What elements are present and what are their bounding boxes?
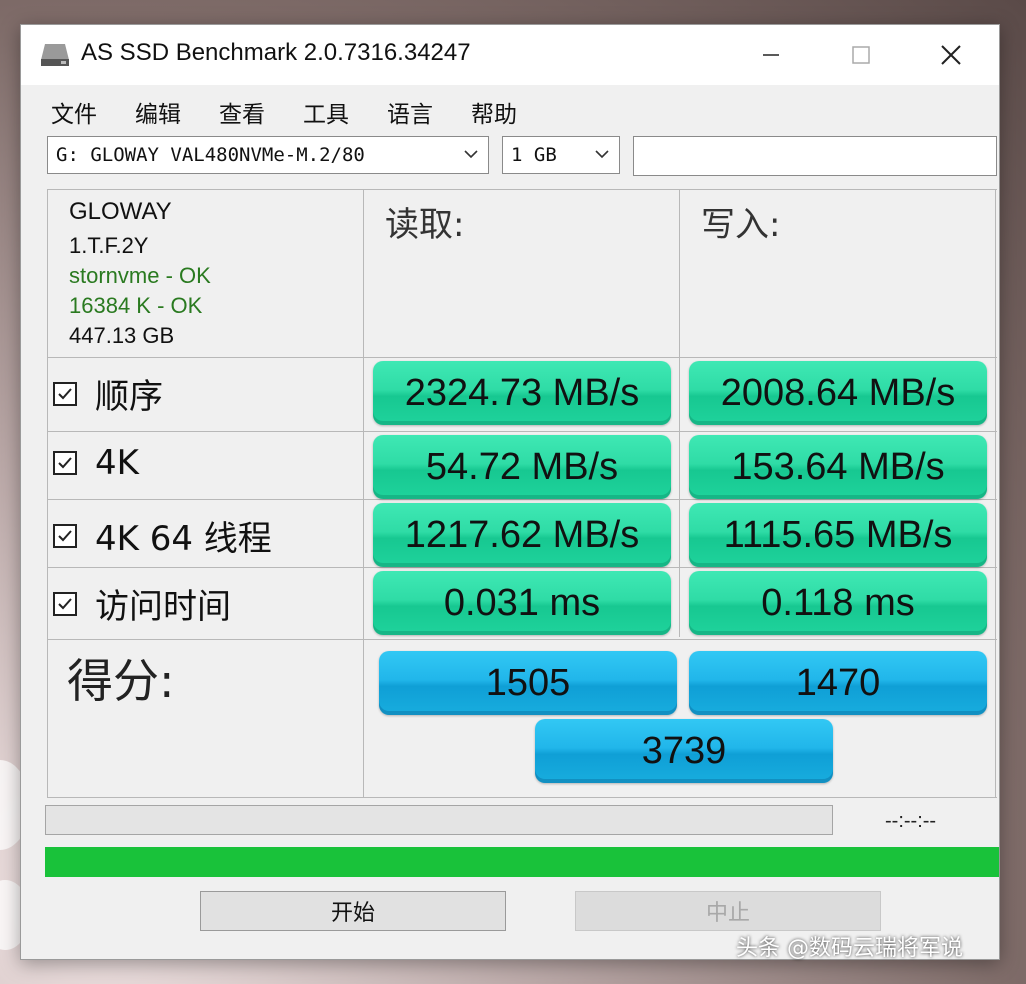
grid-divider: [47, 797, 997, 798]
drive-icon: [41, 44, 69, 66]
grid-divider: [47, 189, 997, 190]
write-column-header: 写入:: [701, 205, 781, 245]
menu-bar: 文件 编辑 查看 工具 语言 帮助: [21, 85, 999, 133]
menu-tools[interactable]: 工具: [303, 85, 349, 133]
maximize-button[interactable]: [833, 35, 889, 75]
close-button[interactable]: [923, 35, 979, 75]
checkbox[interactable]: [53, 591, 77, 616]
write-score: 1470: [689, 651, 987, 715]
main-progress-fill: [45, 847, 999, 877]
drive-select[interactable]: G: GLOWAY VAL480NVMe-M.2/80: [47, 136, 489, 174]
checkmark-icon: [58, 597, 72, 609]
checkmark-icon: [58, 387, 72, 399]
access-read-result: 0.031 ms: [373, 571, 671, 635]
minimize-button[interactable]: [743, 35, 799, 75]
minimize-icon: [763, 54, 779, 56]
row-label-text: 4K: [95, 443, 139, 483]
window-title: AS SSD Benchmark 2.0.7316.34247: [81, 39, 471, 66]
read-column-header: 读取:: [385, 205, 465, 245]
test-size-select[interactable]: 1 GB: [502, 136, 620, 174]
chevron-down-icon: [595, 150, 609, 159]
grid-divider: [679, 189, 680, 637]
grid-divider: [47, 431, 997, 432]
grid-divider: [47, 189, 48, 797]
total-score: 3739: [535, 719, 833, 783]
menu-language[interactable]: 语言: [387, 85, 433, 133]
seq-write-result: 2008.64 MB/s: [689, 361, 987, 425]
checkbox[interactable]: [53, 381, 77, 406]
grid-divider: [47, 499, 997, 500]
checkbox[interactable]: [53, 451, 77, 475]
watermark: 头条 @数码云瑞将军说: [736, 936, 963, 961]
read-score: 1505: [379, 651, 677, 715]
row-4k64-label[interactable]: 4K 64 线程: [53, 511, 272, 560]
close-icon: [941, 45, 961, 65]
score-label: 得分:: [67, 654, 175, 708]
abort-button[interactable]: 中止: [575, 891, 881, 931]
grid-divider: [47, 357, 997, 358]
seq-read-result: 2324.73 MB/s: [373, 361, 671, 425]
main-progress-bar: [45, 847, 999, 877]
grid-divider: [47, 639, 997, 640]
drive-firmware: 1.T.F.2Y: [69, 233, 149, 258]
test-size-value: 1 GB: [511, 144, 557, 166]
title-bar: AS SSD Benchmark 2.0.7316.34247: [21, 25, 999, 85]
driver-status: stornvme - OK: [69, 263, 211, 288]
4k64-read-result: 1217.62 MB/s: [373, 503, 671, 567]
access-write-result: 0.118 ms: [689, 571, 987, 635]
row-label-text: 访问时间: [95, 587, 231, 627]
elapsed-timer: --:--:--: [885, 810, 937, 832]
drive-name: GLOWAY: [69, 198, 172, 225]
4k-read-result: 54.72 MB/s: [373, 435, 671, 499]
grid-divider: [47, 567, 997, 568]
alignment-status: 16384 K - OK: [69, 293, 203, 318]
drive-select-value: G: GLOWAY VAL480NVMe-M.2/80: [56, 144, 365, 166]
4k-write-result: 153.64 MB/s: [689, 435, 987, 499]
checkmark-icon: [58, 529, 72, 541]
drive-capacity: 447.13 GB: [69, 323, 175, 348]
checkmark-icon: [58, 457, 72, 469]
menu-help[interactable]: 帮助: [471, 85, 517, 133]
menu-file[interactable]: 文件: [51, 85, 97, 133]
app-window: AS SSD Benchmark 2.0.7316.34247 文件 编辑 查看…: [20, 24, 1000, 960]
row-4k-label[interactable]: 4K: [53, 443, 139, 483]
grid-divider: [363, 189, 364, 797]
row-access-time-label[interactable]: 访问时间: [53, 579, 231, 628]
row-seq-label[interactable]: 顺序: [53, 369, 163, 418]
status-text-box[interactable]: [633, 136, 997, 176]
sub-progress-bar: [45, 805, 833, 835]
checkbox[interactable]: [53, 523, 77, 548]
menu-edit[interactable]: 编辑: [135, 85, 181, 133]
row-label-text: 4K 64 线程: [95, 519, 272, 559]
maximize-icon: [852, 46, 870, 64]
grid-divider: [995, 189, 996, 797]
start-button[interactable]: 开始: [200, 891, 506, 931]
chevron-down-icon: [464, 150, 478, 159]
drive-info: GLOWAY 1.T.F.2Y stornvme - OK 16384 K - …: [69, 197, 211, 351]
menu-view[interactable]: 查看: [219, 85, 265, 133]
4k64-write-result: 1115.65 MB/s: [689, 503, 987, 567]
row-label-text: 顺序: [95, 377, 163, 417]
